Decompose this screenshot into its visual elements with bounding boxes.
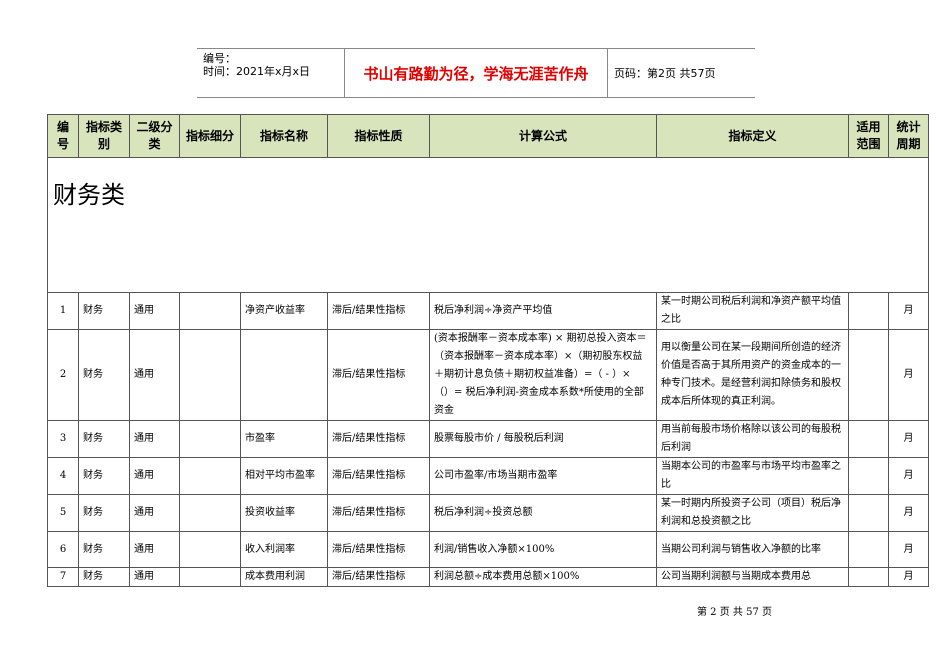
- cell-detail: [179, 494, 241, 532]
- cell-detail: [179, 567, 241, 587]
- indicator-table: 编号 指标类别 二级分类 指标细分 指标名称 指标性质 计算公式 指标定义 适用范围 统计周期 财…: [47, 114, 929, 587]
- cell-formula: 税后净利润÷投资总额: [429, 494, 657, 532]
- cell-formula: 利润/销售收入净额×100%: [429, 531, 657, 568]
- cell-sub: 通用: [129, 531, 180, 568]
- cell-scope: [848, 494, 889, 532]
- cell-definition: 当期本公司的市盈率与市场平均市盈率之比: [656, 457, 849, 495]
- cell-definition: 某一时期公司税后利润和净资产额平均值之比: [656, 292, 849, 330]
- category-title: 财务类: [47, 157, 929, 293]
- table-row: 7 财务 通用 成本费用利润 滞后/结果性指标 利润总额÷成本费用总额×100% 公司当期利…: [47, 567, 929, 587]
- doc-number-label: 编号：: [203, 52, 236, 65]
- cell-formula: 利润总额÷成本费用总额×100%: [429, 567, 657, 587]
- column-header: 编号: [47, 114, 79, 158]
- table-row: 1 财务 通用 净资产收益率 滞后/结果性指标 税后净利润÷净资产平均值 某一时期公司税后利…: [47, 292, 929, 330]
- cell-scope: [848, 567, 889, 587]
- cell-name: 相对平均市盈率: [240, 457, 328, 495]
- cell-formula: 公司市盈率/市场当期市盈率: [429, 457, 657, 495]
- column-header: 指标性质: [327, 114, 430, 158]
- cell-name: [240, 329, 328, 421]
- cell-type: 财务: [78, 457, 130, 495]
- table-row: 2 财务 通用 滞后/结果性指标 (资本报酬率－资本成本率) × 期初总投入资本＝（资本…: [47, 329, 929, 421]
- cell-name: 投资收益率: [240, 494, 328, 532]
- cell-definition: 某一时期内所投资子公司（项目）税后净利润和总投资额之比: [656, 494, 849, 532]
- doc-date: 时间：2021年x月x日: [203, 65, 311, 78]
- cell-nature: 滞后/结果性指标: [327, 567, 430, 587]
- cell-nature: 滞后/结果性指标: [327, 292, 430, 330]
- cell-sub: 通用: [129, 567, 180, 587]
- cell-detail: [179, 292, 241, 330]
- cell-period: 月: [888, 531, 929, 568]
- table-row: 6 财务 通用 收入利润率 滞后/结果性指标 利润/销售收入净额×100% 当期公司利润与销…: [47, 531, 929, 568]
- table-row: 3 财务 通用 市盈率 滞后/结果性指标 股票每股市价 / 每股税后利润 用当前每股市场价格…: [47, 420, 929, 458]
- cell-type: 财务: [78, 531, 130, 568]
- cell-period: 月: [888, 420, 929, 458]
- category-row: 财务类: [47, 157, 929, 293]
- cell-scope: [848, 457, 889, 495]
- cell-formula: (资本报酬率－资本成本率) × 期初总投入资本＝（资本报酬率－资本成本率）×（期…: [429, 329, 657, 421]
- cell-period: 月: [888, 292, 929, 330]
- cell-definition: 当期公司利润与销售收入净额的比率: [656, 531, 849, 568]
- cell-sub: 通用: [129, 457, 180, 495]
- column-header: 计算公式: [429, 114, 657, 158]
- cell-period: 月: [888, 494, 929, 532]
- cell-detail: [179, 420, 241, 458]
- cell-definition: 用当前每股市场价格除以该公司的每股税后利润: [656, 420, 849, 458]
- cell-scope: [848, 531, 889, 568]
- cell-formula: 税后净利润÷净资产平均值: [429, 292, 657, 330]
- page-header: 编号： 时间：2021年x月x日 书山有路勤为径，学海无涯苦作舟 页码：第2页 共…: [197, 48, 755, 98]
- cell-definition: 公司当期利润额与当期成本费用总: [656, 567, 849, 587]
- cell-name: 净资产收益率: [240, 292, 328, 330]
- cell-period: 月: [888, 457, 929, 495]
- cell-type: 财务: [78, 494, 130, 532]
- cell-nature: 滞后/结果性指标: [327, 420, 430, 458]
- column-header: 指标名称: [240, 114, 328, 158]
- cell-detail: [179, 457, 241, 495]
- cell-no: 7: [47, 567, 79, 587]
- cell-type: 财务: [78, 420, 130, 458]
- cell-sub: 通用: [129, 420, 180, 458]
- cell-no: 5: [47, 494, 79, 532]
- cell-no: 2: [47, 329, 79, 421]
- cell-detail: [179, 329, 241, 421]
- cell-name: 市盈率: [240, 420, 328, 458]
- cell-no: 6: [47, 531, 79, 568]
- cell-definition: 用以衡量公司在某一段期间所创造的经济价值是否高于其所用资产的资金成本的一种专门技…: [656, 329, 849, 421]
- cell-sub: 通用: [129, 292, 180, 330]
- cell-detail: [179, 531, 241, 568]
- cell-scope: [848, 292, 889, 330]
- cell-nature: 滞后/结果性指标: [327, 457, 430, 495]
- cell-name: 成本费用利润: [240, 567, 328, 587]
- column-header: 指标类别: [78, 114, 130, 158]
- cell-sub: 通用: [129, 494, 180, 532]
- cell-period: 月: [888, 567, 929, 587]
- column-header: 指标定义: [656, 114, 849, 158]
- cell-nature: 滞后/结果性指标: [327, 329, 430, 421]
- table-header-row: 编号 指标类别 二级分类 指标细分 指标名称 指标性质 计算公式 指标定义 适用范围 统计周期: [47, 114, 929, 158]
- cell-no: 3: [47, 420, 79, 458]
- column-header: 统计周期: [888, 114, 929, 158]
- cell-type: 财务: [78, 292, 130, 330]
- cell-period: 月: [888, 329, 929, 421]
- cell-no: 1: [47, 292, 79, 330]
- cell-type: 财务: [78, 329, 130, 421]
- motto: 书山有路勤为径，学海无涯苦作舟: [345, 49, 608, 97]
- table-row: 5 财务 通用 投资收益率 滞后/结果性指标 税后净利润÷投资总额 某一时期内所投资子公司（…: [47, 494, 929, 532]
- cell-scope: [848, 329, 889, 421]
- table-row: 4 财务 通用 相对平均市盈率 滞后/结果性指标 公司市盈率/市场当期市盈率 当期本公司的市…: [47, 457, 929, 495]
- cell-nature: 滞后/结果性指标: [327, 531, 430, 568]
- cell-formula: 股票每股市价 / 每股税后利润: [429, 420, 657, 458]
- page-indicator: 页码：第2页 共57页: [614, 67, 716, 80]
- cell-nature: 滞后/结果性指标: [327, 494, 430, 532]
- cell-no: 4: [47, 457, 79, 495]
- column-header: 二级分类: [129, 114, 180, 158]
- cell-sub: 通用: [129, 329, 180, 421]
- page-footer: 第 2 页 共 57 页: [697, 607, 772, 618]
- cell-scope: [848, 420, 889, 458]
- cell-name: 收入利润率: [240, 531, 328, 568]
- column-header: 适用范围: [848, 114, 889, 158]
- cell-type: 财务: [78, 567, 130, 587]
- column-header: 指标细分: [179, 114, 241, 158]
